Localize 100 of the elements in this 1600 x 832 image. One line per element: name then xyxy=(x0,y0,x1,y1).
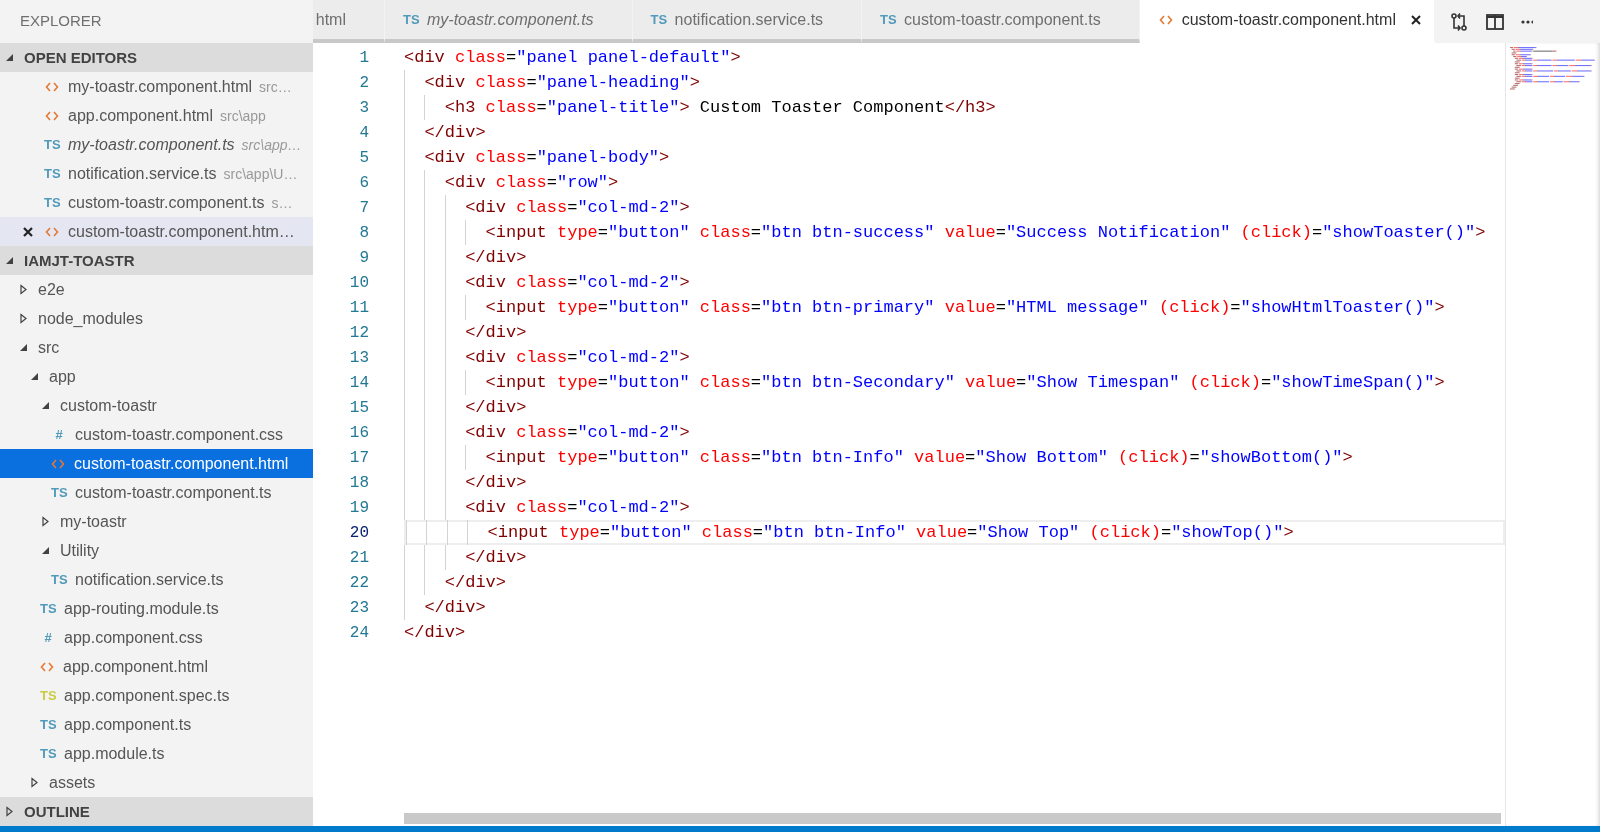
line-number: 20 xyxy=(348,523,369,542)
file-item[interactable]: TS app-routing.module.ts xyxy=(0,594,313,623)
line-number: 17 xyxy=(348,448,369,467)
line-number: 5 xyxy=(358,148,369,167)
file-type-icon: # xyxy=(40,630,56,645)
file-name: my-toastr.component.html xyxy=(68,77,253,96)
file-item[interactable]: TS custom-toastr.component.ts xyxy=(0,478,313,507)
code-line: <div class="col-md-2"> xyxy=(465,348,690,367)
folder-item[interactable]: e2e xyxy=(0,275,313,304)
folder-item[interactable]: custom-toastr xyxy=(0,391,313,420)
editor-tab[interactable]: TS my-toastr.component.ts xyxy=(385,0,633,43)
code-brackets-icon xyxy=(45,109,59,122)
file-type-icon: TS xyxy=(44,137,60,152)
code-line: <div class="panel panel-default"> xyxy=(404,48,741,67)
chevron-icon xyxy=(18,342,29,353)
code-brackets-icon xyxy=(45,80,59,93)
chevron-icon xyxy=(40,400,51,411)
code-line: <input type="button" class="btn btn-Secondary" value="Show Timespan" (click)="showTimeSpan()"> xyxy=(485,373,1445,392)
file-item[interactable]: TS app.component.spec.ts xyxy=(0,681,313,710)
code-line: </div> xyxy=(444,573,506,592)
section-header[interactable]: OUTLINE xyxy=(0,797,313,826)
file-item[interactable]: TS app.component.ts xyxy=(0,710,313,739)
folder-item[interactable]: my-toastr xyxy=(0,507,313,536)
chevron-icon xyxy=(29,777,40,788)
folder-item[interactable]: app xyxy=(0,362,313,391)
file-type-icon: TS xyxy=(403,12,419,27)
chevron-icon xyxy=(18,284,29,295)
code-line: </div> xyxy=(465,473,527,492)
line-number: 24 xyxy=(348,623,369,642)
chevron-icon xyxy=(40,545,51,556)
code-line: </div> xyxy=(465,323,527,342)
file-item[interactable]: # custom-toastr.component.css xyxy=(0,420,313,449)
code-line: </div> xyxy=(465,248,527,267)
file-item[interactable]: TS notification.service.ts xyxy=(0,565,313,594)
file-type-icon: TS xyxy=(40,746,56,761)
folder-item[interactable]: Utility xyxy=(0,536,313,565)
open-editor-item[interactable]: custom-toastr.component.htm… xyxy=(0,217,313,246)
compare-changes-icon[interactable] xyxy=(1448,11,1469,32)
split-editor-icon[interactable] xyxy=(1484,11,1505,32)
code-line: <h3 class="panel-title"> Custom Toaster Component</h3> xyxy=(444,98,996,117)
tab-label: notification.service.ts xyxy=(674,10,824,29)
line-number: 13 xyxy=(348,348,369,367)
code-line: <div class="panel-body"> xyxy=(424,148,670,167)
line-number: 3 xyxy=(358,98,369,117)
open-editor-item[interactable]: TS my-toastr.component.ts src\app… xyxy=(0,130,313,159)
file-item[interactable]: app.component.html xyxy=(0,652,313,681)
code-line: <input type="button" class="btn btn-Info" value="Show Bottom" (click)="showBottom()"> xyxy=(485,448,1353,467)
item-label: custom-toastr.component.css xyxy=(75,425,284,444)
line-number: 7 xyxy=(358,198,369,217)
file-name: app.component.html xyxy=(68,106,213,125)
open-editor-item[interactable]: TS notification.service.ts src\app\U… xyxy=(0,159,313,188)
code-line: <input type="button" class="btn btn-Info" value="Show Top" (click)="showTop()"> xyxy=(487,523,1294,542)
code-line: </div> xyxy=(424,598,486,617)
item-label: custom-toastr.component.html xyxy=(74,454,289,473)
item-label: notification.service.ts xyxy=(75,570,224,589)
tab-label: my-toastr.component.ts xyxy=(427,10,594,29)
item-label: src xyxy=(38,338,60,357)
line-number: 15 xyxy=(348,398,369,417)
section-header[interactable]: IAMJT-TOASTR xyxy=(0,246,313,275)
section-header[interactable]: OPEN EDITORS xyxy=(0,43,313,72)
folder-item[interactable]: src xyxy=(0,333,313,362)
item-label: app.component.css xyxy=(64,628,203,647)
line-number: 10 xyxy=(348,273,369,292)
code-line: </div> xyxy=(424,123,486,142)
editor-tab[interactable]: TS notification.service.ts xyxy=(632,0,863,43)
line-number: 22 xyxy=(348,573,369,592)
line-number: 8 xyxy=(358,223,369,242)
file-type-icon: TS xyxy=(44,195,60,210)
file-type-icon: TS xyxy=(40,601,56,616)
file-item[interactable]: custom-toastr.component.html xyxy=(0,449,313,478)
close-icon[interactable] xyxy=(22,225,34,238)
item-label: app xyxy=(49,367,76,386)
code-line: <div class="col-md-2"> xyxy=(465,498,690,517)
tab-label: custom-toastr.component.html xyxy=(1181,10,1396,29)
file-item[interactable]: # app.component.css xyxy=(0,623,313,652)
open-editor-item[interactable]: app.component.html src\app xyxy=(0,101,313,130)
editor-tab[interactable]: TS custom-toastr.component.ts xyxy=(862,0,1140,43)
file-path: src… xyxy=(259,78,292,95)
editor-tab[interactable]: html xyxy=(313,0,385,43)
file-path: src\app xyxy=(220,107,266,124)
code-line: </div> xyxy=(465,548,527,567)
item-label: assets xyxy=(49,773,96,792)
folder-item[interactable]: node_modules xyxy=(0,304,313,333)
code-line: </div> xyxy=(465,398,527,417)
file-name: notification.service.ts xyxy=(68,164,217,183)
line-number: 1 xyxy=(358,48,369,67)
code-brackets-icon xyxy=(40,660,54,673)
code-brackets-icon xyxy=(45,225,59,238)
line-number: 12 xyxy=(348,323,369,342)
file-item[interactable]: TS app.module.ts xyxy=(0,739,313,768)
folder-item[interactable]: assets xyxy=(0,768,313,797)
code-brackets-icon xyxy=(1158,13,1173,26)
open-editor-item[interactable]: TS custom-toastr.component.ts s… xyxy=(0,188,313,217)
open-editor-item[interactable]: my-toastr.component.html src… xyxy=(0,72,313,101)
code-line: <input type="button" class="btn btn-primary" value="HTML message" (click)="showHtmlToaster()"> xyxy=(485,298,1445,317)
code-line: <div class="col-md-2"> xyxy=(465,198,690,217)
scrollbar-thumb[interactable] xyxy=(404,813,1501,824)
editor-tab[interactable]: custom-toastr.component.html xyxy=(1139,0,1435,43)
close-icon[interactable] xyxy=(1409,13,1422,26)
file-type-icon: TS xyxy=(650,12,667,27)
